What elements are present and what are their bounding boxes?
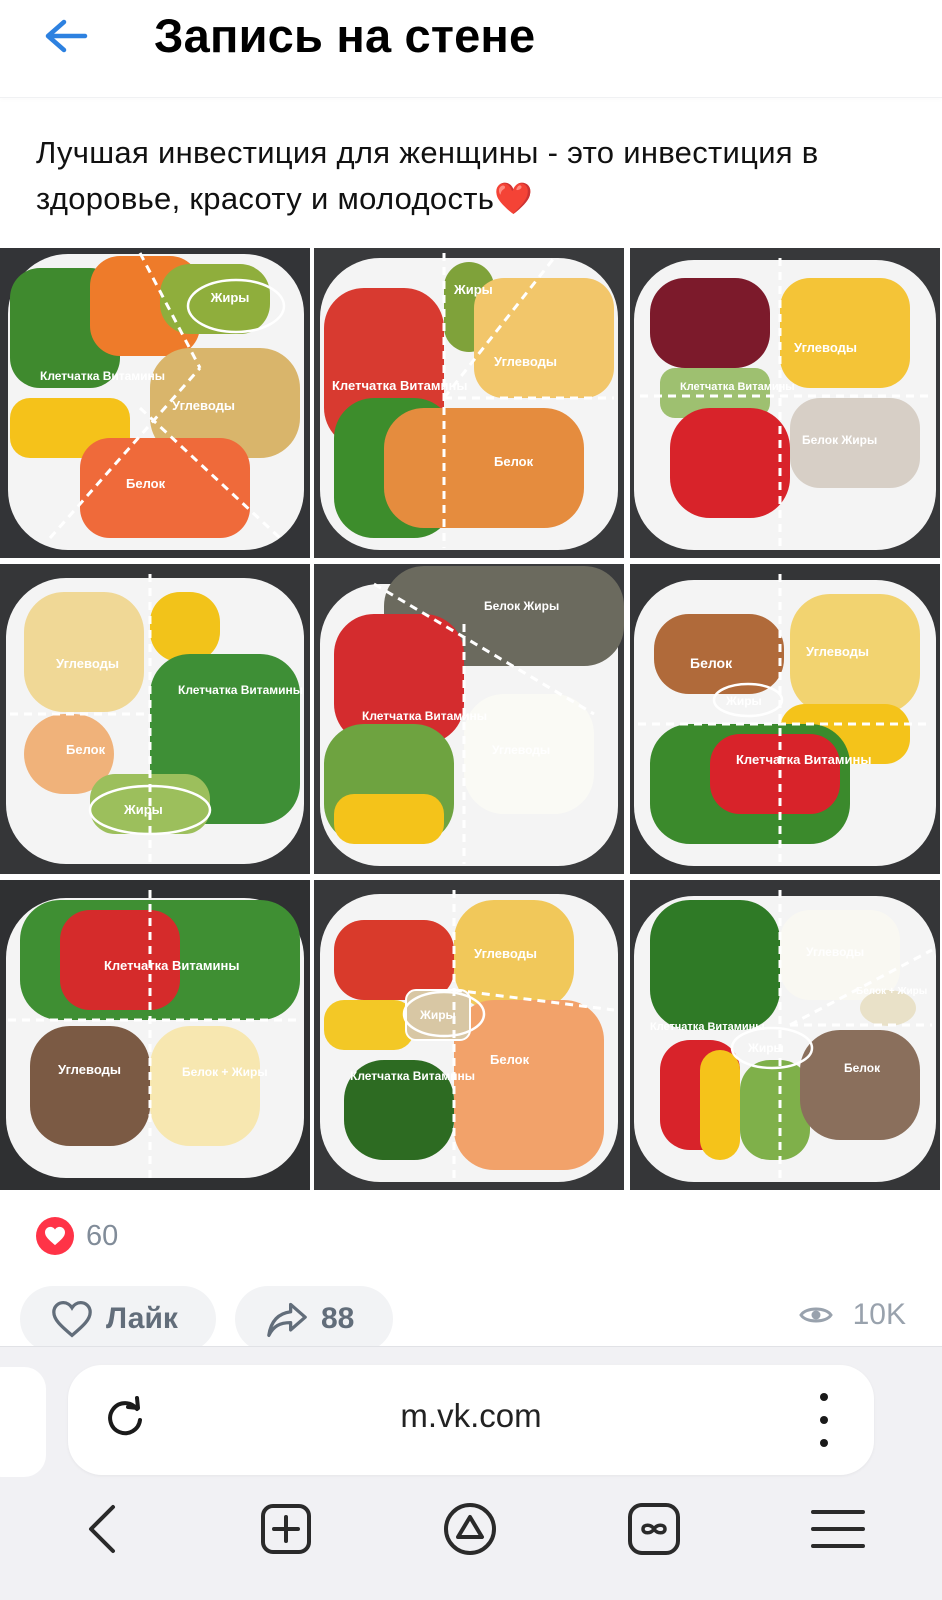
views-count: 10K [852,1298,906,1331]
new-tab-button[interactable] [254,1497,318,1561]
photo-8-label-1: Жиры [419,1008,456,1022]
photo-4-label-0: Углеводы [56,656,119,671]
photo-5-label-2: Углеводы [492,743,550,757]
alice-assistant-button[interactable] [438,1497,502,1561]
photo-3[interactable]: Углеводы Клетчатка Витамины Белок Жиры [630,248,940,558]
photo-2-label-0: Жиры [453,282,493,297]
share-count: 88 [321,1302,355,1335]
photo-4[interactable]: Углеводы Клетчатка Витамины Белок Жиры [0,564,310,874]
photo-2[interactable]: Жиры Углеводы Клетчатка Витамины Белок [314,248,624,558]
arrow-left-icon [45,19,88,53]
photo-8[interactable]: Углеводы Жиры Клетчатка Витамины Белок [314,880,624,1190]
post-text: Лучшая инвестиция для женщины - это инве… [36,135,819,216]
browser-toolbar: m.vk.com [0,1346,942,1600]
photo-7[interactable]: Клетчатка Витамины Углеводы Белок + Жиры [0,880,310,1190]
photo-6-label-3: Клетчатка Витамины [736,752,871,767]
photo-5-label-1: Клетчатка Витамины [362,709,487,723]
back-nav-button[interactable] [70,1497,134,1561]
photo-9-label-3: Жиры [747,1041,784,1055]
photo-6-label-1: Углеводы [806,644,869,659]
tabs-infinity-icon [628,1503,680,1555]
photo-7-label-0: Клетчатка Витамины [104,958,239,973]
photo-1[interactable]: Жиры Клетчатка Витамины Углеводы Белок [0,248,310,558]
photo-7-label-1: Углеводы [58,1062,121,1077]
tabs-button[interactable] [622,1497,686,1561]
chevron-left-icon [89,1505,115,1553]
photo-2-label-2: Клетчатка Витамины [332,378,467,393]
reactions-count: 60 [86,1219,119,1252]
heart-filled-icon [36,1217,74,1255]
page-title: Запись на стене [154,9,536,62]
views-counter: 10K [798,1298,906,1332]
share-button[interactable]: 88 [235,1286,393,1352]
menu-button[interactable] [806,1497,870,1561]
photo-8-label-2: Клетчатка Витамины [350,1069,475,1083]
photo-1-label-3: Белок [126,476,166,491]
like-label: Лайк [106,1302,178,1335]
alice-icon [444,1503,496,1555]
plus-square-icon [261,1504,311,1554]
photo-9-label-1: Белок + Жиры [856,986,927,997]
photo-4-label-3: Жиры [123,802,163,817]
photo-3-label-2: Белок Жиры [802,433,877,447]
photo-6[interactable]: Белок Углеводы Жиры Клетчатка Витамины [630,564,940,874]
photo-9-label-4: Белок [844,1061,881,1075]
photo-4-label-1: Клетчатка Витамины [178,683,303,697]
photo-8-label-3: Белок [490,1052,530,1067]
photo-7-label-2: Белок + Жиры [182,1065,268,1079]
previous-tab-card[interactable] [0,1367,46,1477]
photo-1-label-1: Клетчатка Витамины [40,369,165,383]
address-bar[interactable]: m.vk.com [68,1365,874,1475]
url-text: m.vk.com [400,1397,542,1434]
eye-icon [798,1307,833,1323]
photo-2-label-3: Белок [494,454,534,469]
photo-4-label-2: Белок [66,742,106,757]
share-arrow-icon [267,1302,307,1337]
photo-3-label-1: Клетчатка Витамины [680,381,795,393]
photo-grid: Жиры Клетчатка Витамины Углеводы Белок Ж… [0,248,942,1192]
photo-5[interactable]: Белок Жиры Клетчатка Витамины Углеводы [314,564,624,874]
browser-nav [0,1497,942,1577]
photo-9-label-2: Клетчатка Витамины [650,1021,765,1033]
photo-6-label-2: Жиры [725,694,762,708]
photo-5-label-0: Белок Жиры [484,599,559,613]
photo-9[interactable]: Углеводы Белок + Жиры Клетчатка Витамины… [630,880,940,1190]
photo-9-label-0: Углеводы [806,945,864,959]
photo-1-label-0: Жиры [210,290,250,305]
photo-6-label-0: Белок [690,655,733,671]
photo-2-label-1: Углеводы [494,354,557,369]
photo-3-label-0: Углеводы [794,340,857,355]
more-menu-icon[interactable] [814,1393,834,1447]
back-button[interactable] [38,16,92,56]
header: Запись на стене [0,0,942,98]
reactions-summary[interactable]: 60 [36,1216,118,1256]
photo-1-label-2: Углеводы [172,398,235,413]
hamburger-icon [811,1510,865,1548]
photo-8-label-0: Углеводы [474,946,537,961]
like-button[interactable]: Лайк [20,1286,216,1352]
heart-outline-icon [52,1300,92,1338]
